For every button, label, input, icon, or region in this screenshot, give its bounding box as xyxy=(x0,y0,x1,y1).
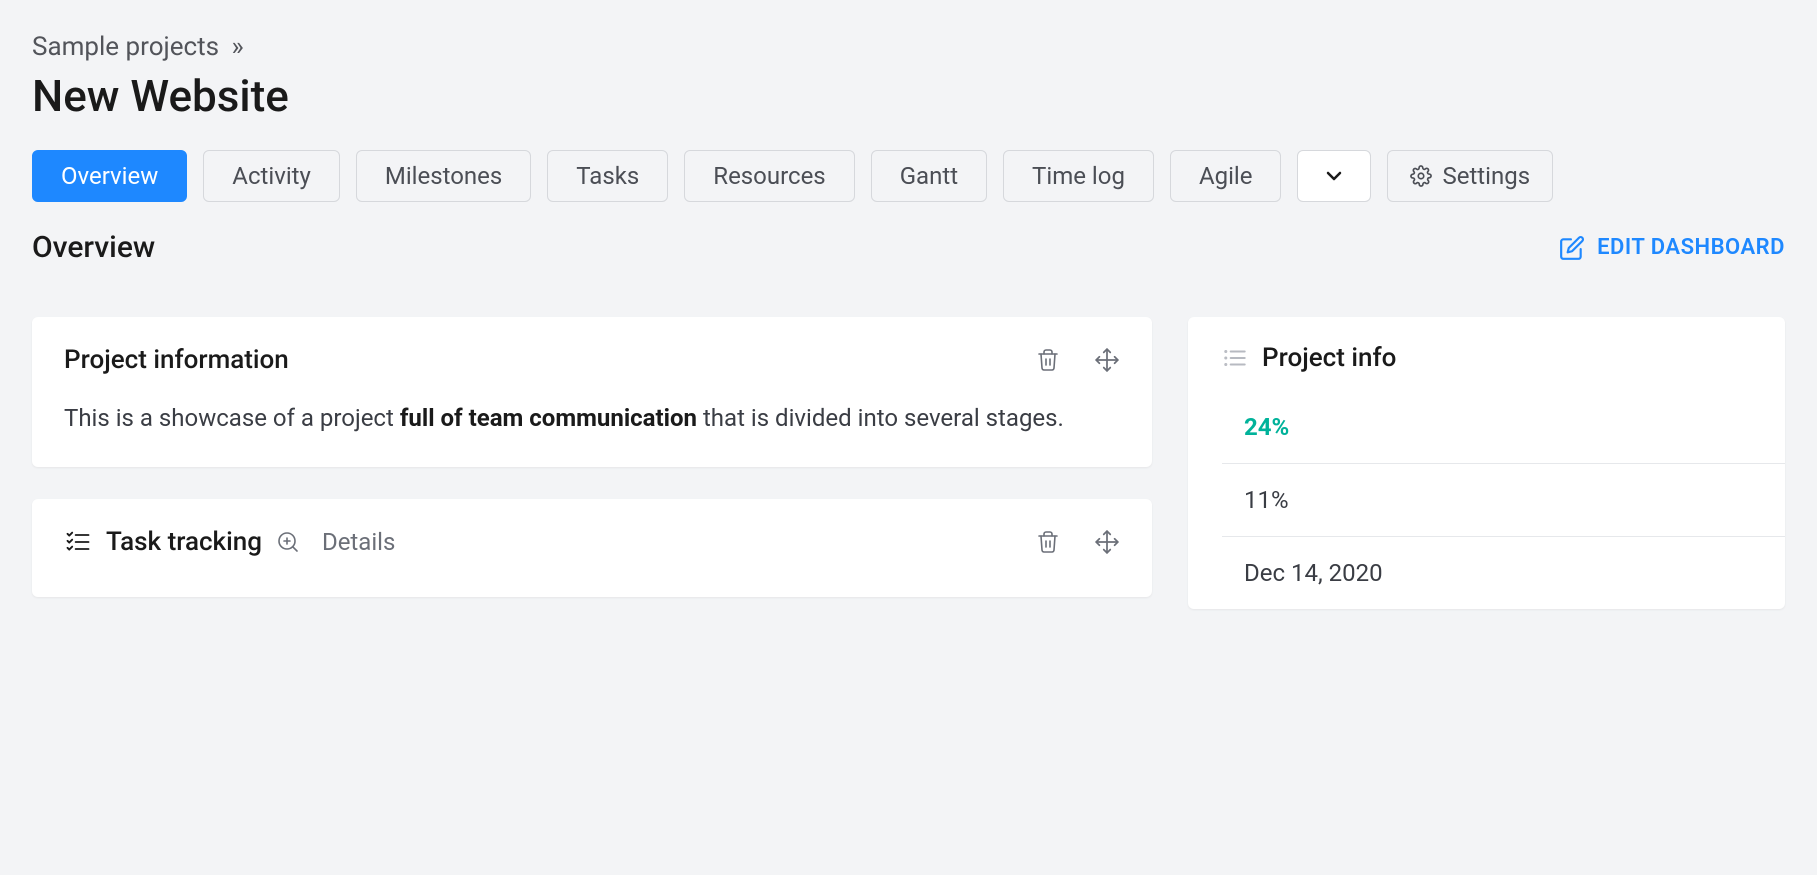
tab-settings-label: Settings xyxy=(1442,162,1530,190)
project-info-title: Project info xyxy=(1262,343,1396,373)
move-icon[interactable] xyxy=(1094,529,1120,555)
tab-more[interactable] xyxy=(1297,150,1371,202)
breadcrumb-parent[interactable]: Sample projects xyxy=(32,32,219,62)
edit-dashboard-button[interactable]: EDIT DASHBOARD xyxy=(1559,235,1785,261)
gear-icon xyxy=(1410,165,1432,187)
tab-tasks[interactable]: Tasks xyxy=(547,150,668,202)
card-task-tracking: Task tracking Details xyxy=(32,499,1152,597)
project-info-row: 11% xyxy=(1222,464,1785,537)
tab-settings[interactable]: Settings xyxy=(1387,150,1553,202)
edit-icon xyxy=(1559,235,1585,261)
edit-dashboard-label: EDIT DASHBOARD xyxy=(1597,235,1785,260)
card-title-task-tracking: Task tracking xyxy=(106,527,262,557)
tab-gantt[interactable]: Gantt xyxy=(871,150,987,202)
project-info-value-1: 11% xyxy=(1244,486,1289,514)
tab-time-log[interactable]: Time log xyxy=(1003,150,1154,202)
list-icon xyxy=(1222,345,1248,371)
trash-icon[interactable] xyxy=(1036,348,1060,372)
project-info-value-2: Dec 14, 2020 xyxy=(1244,559,1383,587)
chevron-down-icon xyxy=(1322,164,1346,188)
section-title: Overview xyxy=(32,230,155,265)
desc-bold: full of team communication xyxy=(400,404,697,432)
breadcrumb-separator: » xyxy=(232,32,244,62)
task-tracking-details-link[interactable]: Details xyxy=(322,528,395,556)
project-info-row: 24% xyxy=(1222,391,1785,464)
desc-suffix: that is divided into several stages. xyxy=(697,404,1064,432)
tab-resources[interactable]: Resources xyxy=(684,150,854,202)
breadcrumb: Sample projects » xyxy=(32,32,1785,62)
desc-prefix: This is a showcase of a project xyxy=(64,404,400,432)
checklist-icon xyxy=(64,528,92,556)
trash-icon[interactable] xyxy=(1036,530,1060,554)
tabs-bar: Overview Activity Milestones Tasks Resou… xyxy=(32,150,1785,202)
card-project-information: Project information This is a showcase o… xyxy=(32,317,1152,467)
tab-overview[interactable]: Overview xyxy=(32,150,187,202)
project-info-value-0: 24% xyxy=(1244,413,1289,441)
project-information-description: This is a showcase of a project full of … xyxy=(64,399,1120,439)
zoom-in-icon[interactable] xyxy=(276,530,300,554)
tab-activity[interactable]: Activity xyxy=(203,150,340,202)
tab-agile[interactable]: Agile xyxy=(1170,150,1282,202)
card-project-info: Project info 24% 11% Dec 14, 2020 xyxy=(1188,317,1785,609)
card-title-project-information: Project information xyxy=(64,345,289,375)
tab-milestones[interactable]: Milestones xyxy=(356,150,531,202)
page-title: New Website xyxy=(32,70,1785,122)
project-info-row: Dec 14, 2020 xyxy=(1222,537,1785,609)
move-icon[interactable] xyxy=(1094,347,1120,373)
